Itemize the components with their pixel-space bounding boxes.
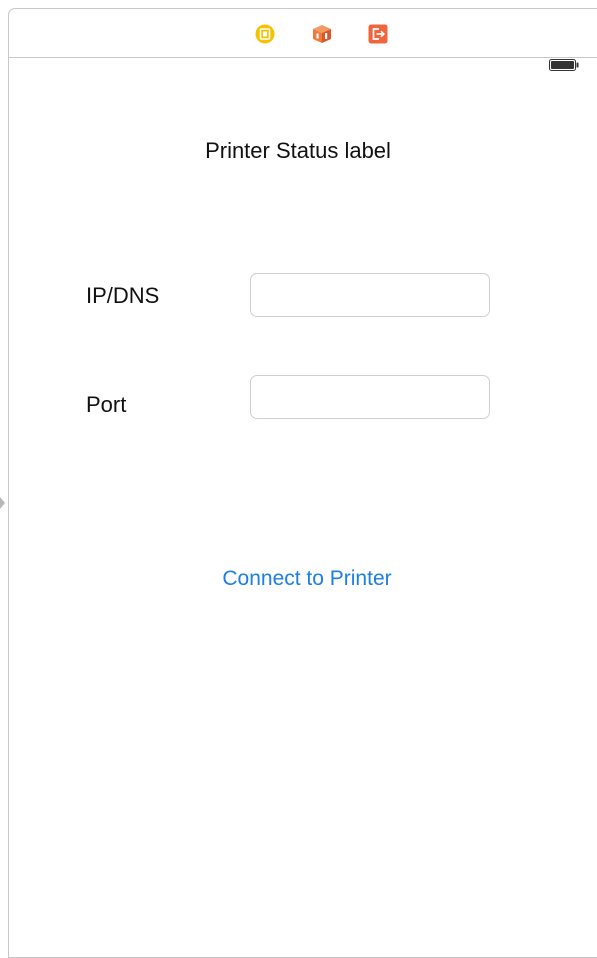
first-responder-icon[interactable] bbox=[311, 24, 331, 44]
view-controller-icon[interactable] bbox=[255, 24, 275, 44]
connect-to-printer-button[interactable]: Connect to Printer bbox=[0, 567, 597, 591]
exit-icon[interactable] bbox=[368, 24, 388, 44]
ip-dns-label: IP/DNS bbox=[86, 283, 160, 308]
port-label: Port bbox=[86, 392, 127, 417]
port-input[interactable] bbox=[250, 375, 490, 419]
printer-status-label: Printer Status label bbox=[205, 138, 391, 163]
scene-dock bbox=[9, 9, 597, 58]
ip-dns-input[interactable] bbox=[250, 273, 490, 317]
entry-point-arrow-icon[interactable] bbox=[0, 497, 5, 509]
battery-icon bbox=[549, 58, 579, 71]
